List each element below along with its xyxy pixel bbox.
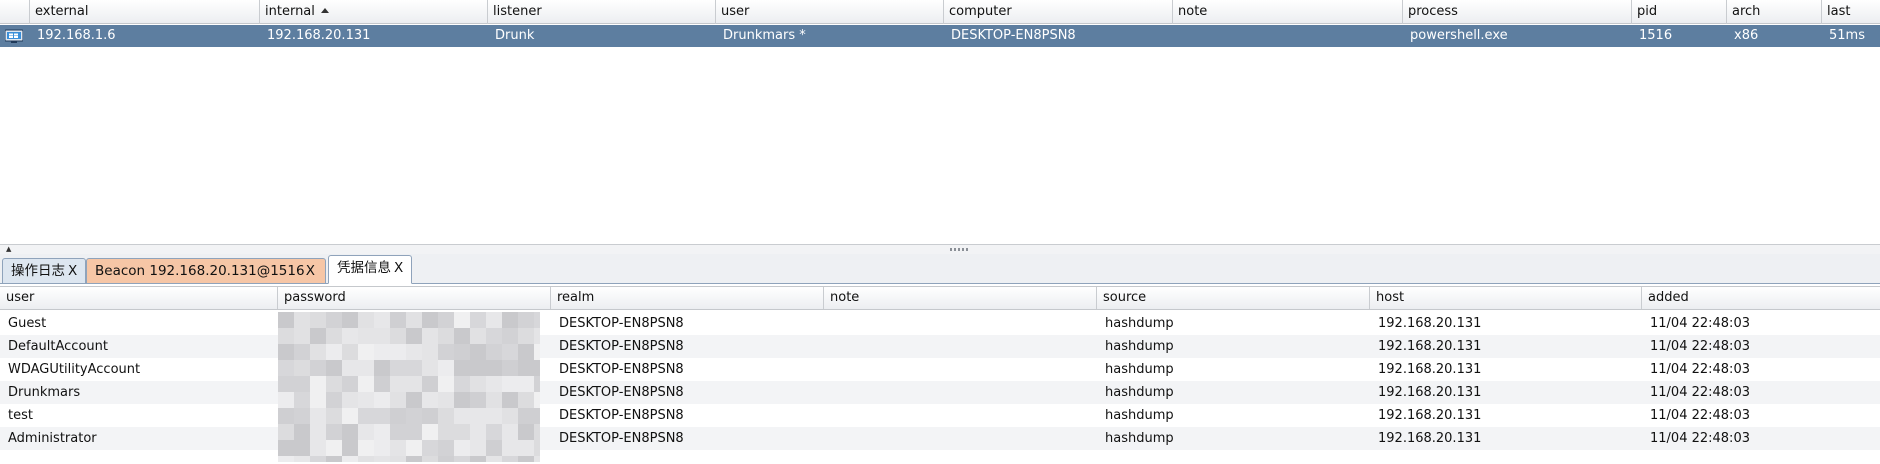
column-header-last[interactable]: last [1822, 0, 1880, 24]
column-header-icon[interactable] [0, 0, 30, 24]
credential-note [824, 381, 1097, 404]
credential-note [824, 404, 1097, 427]
sort-ascending-icon [320, 8, 329, 13]
column-header-user[interactable]: user [0, 287, 278, 309]
column-header-external[interactable]: external [30, 0, 260, 24]
beacon-last: 51ms [1829, 28, 1865, 43]
beacon-table: external internal listener user computer… [0, 0, 1880, 244]
credential-source: hashdump [1105, 408, 1174, 423]
column-header-note[interactable]: note [1173, 0, 1403, 24]
credential-note [824, 335, 1097, 358]
column-header-user[interactable]: user [716, 0, 944, 24]
credential-note [824, 312, 1097, 335]
column-header-internal[interactable]: internal [260, 0, 488, 24]
beacon-pid: 1516 [1639, 28, 1673, 43]
credential-user: Drunkmars [8, 385, 81, 400]
tab-credentials[interactable]: 凭据信息 X [328, 255, 412, 284]
password-redaction-overlay [278, 312, 540, 462]
credential-host: 192.168.20.131 [1378, 385, 1482, 400]
tab-credentials-close-button[interactable]: X [394, 260, 403, 276]
credential-user: Administrator [8, 431, 97, 446]
credential-host: 192.168.20.131 [1378, 431, 1482, 446]
tab-beacon-close-button[interactable]: X [306, 259, 315, 283]
credential-added: 11/04 22:48:03 [1650, 385, 1750, 400]
column-header-computer[interactable]: computer [944, 0, 1173, 24]
column-header-internal-label: internal [265, 4, 315, 19]
credential-source: hashdump [1105, 362, 1174, 377]
credential-realm: DESKTOP-EN8PSN8 [559, 316, 684, 331]
credentials-table: user password realm note source host add… [0, 284, 1880, 464]
tab-bar: 操作日志 X Beacon 192.168.20.131@1516 X 凭据信息 X [0, 254, 1880, 284]
tab-operation-log[interactable]: 操作日志 X [2, 258, 86, 284]
credential-source: hashdump [1105, 431, 1174, 446]
credential-realm: DESKTOP-EN8PSN8 [559, 408, 684, 423]
column-header-password[interactable]: password [278, 287, 551, 309]
credential-user: test [8, 408, 33, 423]
credential-source: hashdump [1105, 385, 1174, 400]
credential-note [824, 427, 1097, 450]
beacon-computer: DESKTOP-EN8PSN8 [951, 28, 1076, 43]
beacon-table-header: external internal listener user computer… [0, 0, 1880, 24]
credential-user: WDAGUtilityAccount [8, 362, 141, 377]
credential-realm: DESKTOP-EN8PSN8 [559, 385, 684, 400]
beacon-note [1173, 25, 1403, 47]
credential-realm: DESKTOP-EN8PSN8 [559, 431, 684, 446]
pane-splitter[interactable]: ▲▼ [0, 244, 1880, 261]
tab-credentials-label: 凭据信息 [337, 260, 391, 276]
column-header-realm[interactable]: realm [551, 287, 824, 309]
credential-host: 192.168.20.131 [1378, 362, 1482, 377]
column-header-process[interactable]: process [1403, 0, 1632, 24]
beacon-listener: Drunk [495, 28, 535, 43]
credential-host: 192.168.20.131 [1378, 316, 1482, 331]
column-header-added[interactable]: added [1642, 287, 1880, 309]
beacon-row-selected[interactable]: 192.168.1.6 192.168.20.131 Drunk Drunkma… [0, 25, 1880, 47]
credential-host: 192.168.20.131 [1378, 408, 1482, 423]
credential-realm: DESKTOP-EN8PSN8 [559, 362, 684, 377]
tab-operation-log-close-button[interactable]: X [68, 263, 77, 279]
credential-note [824, 358, 1097, 381]
credential-added: 11/04 22:48:03 [1650, 431, 1750, 446]
column-header-note[interactable]: note [824, 287, 1097, 309]
credential-added: 11/04 22:48:03 [1650, 339, 1750, 354]
beacon-arch: x86 [1734, 28, 1759, 43]
column-header-pid[interactable]: pid [1632, 0, 1727, 24]
credential-added: 11/04 22:48:03 [1650, 362, 1750, 377]
beacon-external: 192.168.1.6 [37, 28, 116, 43]
credential-added: 11/04 22:48:03 [1650, 316, 1750, 331]
beacon-internal: 192.168.20.131 [267, 28, 371, 43]
credentials-table-header: user password realm note source host add… [0, 286, 1880, 310]
credential-user: Guest [8, 316, 47, 331]
tab-operation-log-label: 操作日志 [11, 263, 65, 279]
column-header-source[interactable]: source [1097, 287, 1370, 309]
beacon-process: powershell.exe [1410, 28, 1508, 43]
credential-source: hashdump [1105, 339, 1174, 354]
column-header-arch[interactable]: arch [1727, 0, 1822, 24]
tab-beacon-label: Beacon 192.168.20.131@1516 [95, 263, 305, 279]
credential-added: 11/04 22:48:03 [1650, 408, 1750, 423]
credential-realm: DESKTOP-EN8PSN8 [559, 339, 684, 354]
windows-host-icon [5, 29, 23, 43]
credential-user: DefaultAccount [8, 339, 108, 354]
column-header-host[interactable]: host [1370, 287, 1642, 309]
column-header-listener[interactable]: listener [488, 0, 716, 24]
beacon-user: Drunkmars * [723, 28, 806, 43]
credential-host: 192.168.20.131 [1378, 339, 1482, 354]
splitter-grip[interactable] [950, 248, 968, 251]
credential-source: hashdump [1105, 316, 1174, 331]
tab-beacon[interactable]: Beacon 192.168.20.131@1516 X [86, 258, 326, 284]
